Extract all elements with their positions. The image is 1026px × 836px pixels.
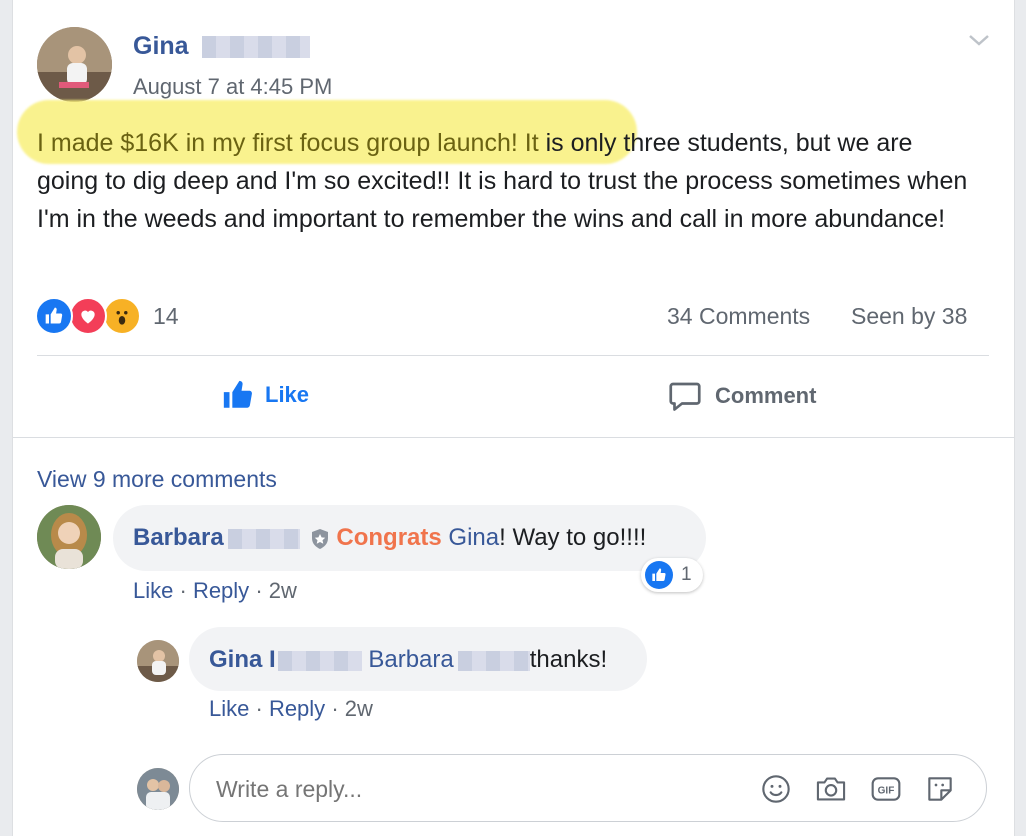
comment-author[interactable]: Barbara	[133, 524, 224, 551]
gif-icon[interactable]: GIF	[870, 773, 902, 805]
commenter-avatar[interactable]	[37, 505, 101, 569]
emoji-icon[interactable]	[760, 773, 792, 805]
reply-avatar[interactable]	[137, 640, 179, 682]
comment-button[interactable]: Comment	[667, 378, 816, 414]
redacted-surname	[227, 528, 300, 549]
svg-text:GIF: GIF	[878, 786, 895, 797]
comment-reaction-count: 1	[681, 564, 692, 585]
redacted-surname	[277, 650, 362, 671]
comment-content: Barbara Congrats Gina! Way to go!!!!	[133, 524, 646, 552]
divider-bottom	[13, 437, 1014, 438]
post-text: I made $16K in my first focus group laun…	[37, 124, 977, 238]
reply-like-link[interactable]: Like	[209, 696, 249, 721]
comment-like-link[interactable]: Like	[133, 578, 173, 603]
like-reaction-icon[interactable]	[35, 297, 73, 335]
author-avatar[interactable]	[37, 27, 112, 102]
reply-author[interactable]: Gina I	[209, 646, 276, 673]
redacted-surname	[201, 36, 310, 59]
like-button-label: Like	[265, 382, 310, 407]
reply-age[interactable]: 2w	[345, 696, 373, 721]
post-card: Gina August 7 at 4:45 PM I made $16K in …	[12, 0, 1015, 836]
wow-reaction-icon[interactable]	[103, 297, 141, 335]
camera-icon[interactable]	[814, 773, 848, 805]
reply-text: thanks!	[529, 646, 608, 673]
post-timestamp[interactable]: August 7 at 4:45 PM	[133, 74, 332, 100]
thumbs-up-icon	[221, 378, 255, 412]
like-reaction-icon	[645, 561, 673, 589]
sticker-icon[interactable]	[924, 773, 956, 805]
divider-top	[37, 355, 989, 356]
comment-reaction-badge[interactable]: 1	[641, 558, 703, 592]
reply-composer: GIF	[189, 754, 987, 822]
post-text-highlighted: I made $16K in my first focus group laun…	[37, 129, 539, 157]
reply-mention[interactable]: Barbara	[368, 646, 453, 673]
love-reaction-icon[interactable]	[69, 297, 107, 335]
current-user-avatar	[137, 768, 179, 810]
redacted-surname	[457, 650, 530, 671]
comment-mention[interactable]: Gina	[448, 524, 499, 551]
admin-badge-icon	[310, 528, 330, 550]
comment-actions: Like · Reply · 2w	[133, 578, 297, 603]
comment-icon	[667, 378, 703, 414]
reply-input[interactable]	[214, 769, 738, 809]
like-button[interactable]: Like	[221, 378, 309, 412]
comments-count[interactable]: 34 Comments	[667, 303, 810, 330]
comment-age[interactable]: 2w	[269, 578, 297, 603]
comment-reply-link[interactable]: Reply	[193, 578, 249, 603]
comment-text: ! Way to go!!!!	[499, 524, 647, 551]
view-more-comments-link[interactable]: View 9 more comments	[37, 466, 277, 493]
comment-congrats: Congrats	[336, 524, 442, 551]
reply-reply-link[interactable]: Reply	[269, 696, 325, 721]
reply-content: Gina I Barbara thanks!	[209, 646, 607, 674]
reaction-count[interactable]: 14	[153, 303, 179, 330]
author-name[interactable]: Gina	[133, 32, 189, 60]
chevron-down-icon[interactable]	[967, 30, 991, 50]
comment-button-label: Comment	[715, 383, 817, 408]
seen-by[interactable]: Seen by 38	[851, 303, 967, 330]
reply-actions: Like · Reply · 2w	[209, 696, 373, 721]
